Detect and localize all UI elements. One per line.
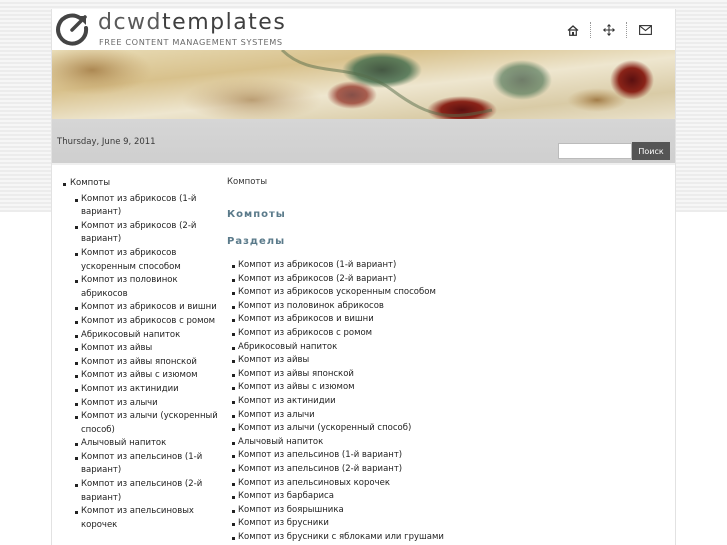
sidebar-item[interactable]: Компот из апельсиновых корочек: [70, 505, 223, 532]
current-date: Thursday, June 9, 2011: [57, 137, 156, 147]
sidebar-root-label[interactable]: Компоты: [70, 178, 110, 188]
section-link[interactable]: Компот из айвы с изюмом: [227, 381, 667, 395]
sidebar-item[interactable]: Компот из абрикосов и вишни: [70, 301, 223, 315]
sections-list: Компот из абрикосов (1-й вариант) Компот …: [227, 259, 667, 544]
section-link[interactable]: Компот из апельсиновых корочек: [227, 477, 667, 491]
header-divider: [52, 163, 675, 165]
section-link[interactable]: Компот из абрикосов и вишни: [227, 313, 667, 327]
main-content: Компоты Компоты Разделы Компот из абрико…: [227, 177, 667, 544]
search-button[interactable]: Поиск: [632, 142, 670, 160]
section-link[interactable]: Компот из алычи (ускоренный способ): [227, 422, 667, 436]
section-link[interactable]: Компот из апельсинов (2-й вариант): [227, 463, 667, 477]
sidebar-item[interactable]: Алычовый напиток: [70, 437, 223, 451]
section-link[interactable]: Компот из актинидии: [227, 395, 667, 409]
sidebar-item[interactable]: Компот из абрикосов с ромом: [70, 315, 223, 329]
site-logo-text[interactable]: dcwdtemplates: [98, 10, 286, 35]
icon-divider: [626, 22, 628, 38]
sidebar-item[interactable]: Абрикосовый напиток: [70, 329, 223, 343]
sitemap-icon[interactable]: [601, 23, 617, 37]
power-arrow-logo-icon[interactable]: [56, 12, 90, 46]
icon-divider: [590, 22, 592, 38]
section-link[interactable]: Компот из абрикосов (2-й вариант): [227, 273, 667, 287]
sidebar-root-item[interactable]: Компоты Компот из абрикосов (1-й вариант…: [63, 177, 223, 532]
sidebar-item[interactable]: Компот из абрикосов (2-й вариант): [70, 220, 223, 247]
date-search-bar: Thursday, June 9, 2011 Поиск: [52, 119, 675, 163]
sidebar-item[interactable]: Компот из абрикосов (1-й вариант): [70, 193, 223, 220]
sidebar-item[interactable]: Компот из апельсинов (2-й вариант): [70, 478, 223, 505]
sidebar-item[interactable]: Компот из алычи (ускоренный способ): [70, 410, 223, 437]
logo-prefix: dcwd: [98, 10, 163, 35]
section-link[interactable]: Компот из апельсинов (1-й вариант): [227, 449, 667, 463]
section-link[interactable]: Компот из боярышника: [227, 504, 667, 518]
section-link[interactable]: Компот из брусники с яблоками или грушам…: [227, 531, 667, 545]
section-link[interactable]: Компот из айвы: [227, 354, 667, 368]
section-link[interactable]: Компот из айвы японской: [227, 368, 667, 382]
section-link[interactable]: Абрикосовый напиток: [227, 341, 667, 355]
logo-name: templates: [162, 10, 287, 35]
section-link[interactable]: Алычовый напиток: [227, 436, 667, 450]
site-container: dcwdtemplates FREE CONTENT MANAGEMENT SY…: [51, 9, 676, 545]
mail-icon[interactable]: [637, 23, 653, 37]
sidebar-item[interactable]: Компот из апельсинов (1-й вариант): [70, 451, 223, 478]
sidebar-item[interactable]: Компот из половинок абрикосов: [70, 274, 223, 301]
section-link[interactable]: Компот из абрикосов с ромом: [227, 327, 667, 341]
top-icon-bar: [565, 22, 653, 38]
sidebar-item[interactable]: Компот из айвы: [70, 342, 223, 356]
sidebar-submenu: Компот из абрикосов (1-й вариант) Компот …: [70, 193, 223, 533]
site-tagline: FREE CONTENT MANAGEMENT SYSTEMS: [99, 37, 283, 47]
section-link[interactable]: Компот из абрикосов ускоренным способом: [227, 286, 667, 300]
home-icon[interactable]: [565, 23, 581, 37]
section-link[interactable]: Компот из алычи: [227, 409, 667, 423]
site-header: dcwdtemplates FREE CONTENT MANAGEMENT SY…: [52, 9, 675, 50]
section-link[interactable]: Компот из брусники: [227, 517, 667, 531]
sections-title: Разделы: [227, 236, 286, 247]
header-banner-image: [52, 50, 675, 119]
section-link[interactable]: Компот из барбариса: [227, 490, 667, 504]
search-input[interactable]: [558, 143, 632, 159]
breadcrumb[interactable]: Компоты: [227, 177, 667, 187]
section-link[interactable]: Компот из половинок абрикосов: [227, 300, 667, 314]
sidebar-menu: Компоты Компот из абрикосов (1-й вариант…: [63, 177, 223, 532]
section-link[interactable]: Компот из абрикосов (1-й вариант): [227, 259, 667, 273]
sidebar-item[interactable]: Компот из алычи: [70, 397, 223, 411]
sidebar-item[interactable]: Компот из айвы с изюмом: [70, 369, 223, 383]
sidebar-item[interactable]: Компот из актинидии: [70, 383, 223, 397]
sidebar-item[interactable]: Компот из абрикосов ускоренным способом: [70, 247, 223, 274]
category-title: Компоты: [227, 209, 286, 220]
sidebar-item[interactable]: Компот из айвы японской: [70, 356, 223, 370]
